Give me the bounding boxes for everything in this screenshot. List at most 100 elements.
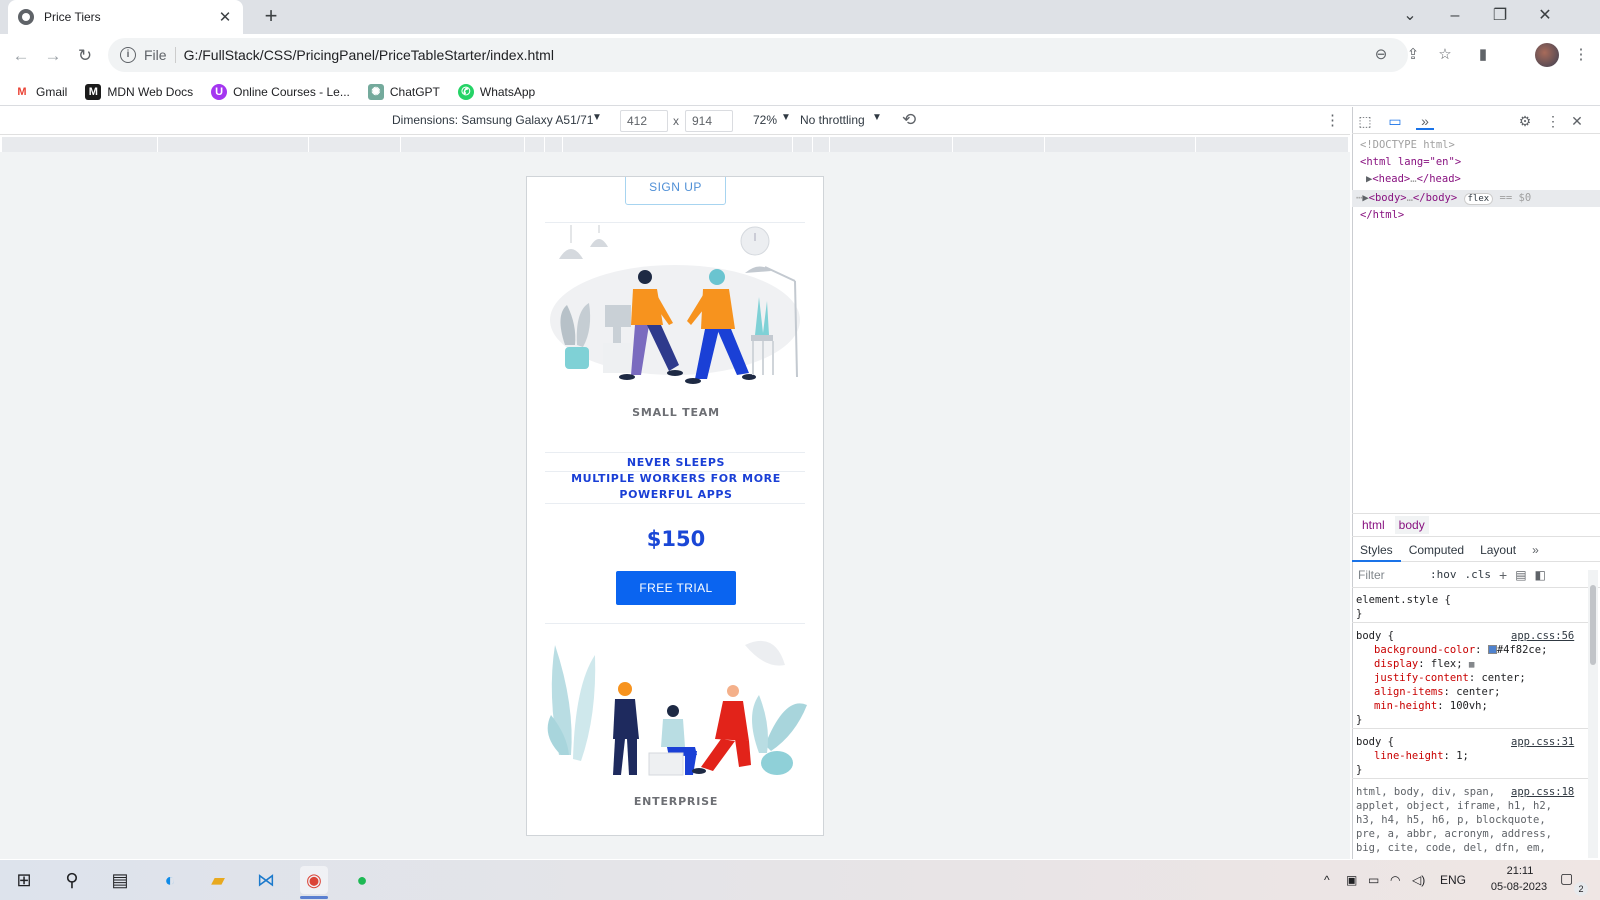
- battery-icon[interactable]: ▭: [1368, 873, 1379, 887]
- rule3-selector-line: applet, object, iframe, h1, h2,: [1356, 800, 1552, 812]
- rule1-source-link[interactable]: app.css:56: [1511, 629, 1574, 643]
- more-tabs-icon[interactable]: »: [1416, 112, 1434, 130]
- cls-toggle[interactable]: .cls: [1465, 568, 1492, 581]
- rule2-selector[interactable]: body {: [1356, 735, 1394, 749]
- bookmark-gmail[interactable]: M Gmail: [14, 83, 67, 100]
- spotify-icon[interactable]: ●: [348, 866, 376, 894]
- reload-icon[interactable]: ↻: [72, 44, 98, 68]
- rotate-icon[interactable]: ⟲: [902, 110, 916, 130]
- profile-avatar[interactable]: [1535, 43, 1559, 67]
- signup-button[interactable]: SIGN UP: [625, 177, 726, 205]
- close-tab-icon[interactable]: ✕: [217, 8, 233, 26]
- search-icon[interactable]: ⚲: [58, 866, 86, 894]
- device-toggle-icon[interactable]: ▭: [1386, 112, 1404, 130]
- css-value: #4f82ce;: [1496, 644, 1548, 656]
- close-window-icon[interactable]: ✕: [1525, 4, 1565, 28]
- url-text[interactable]: G:/FullStack/CSS/PricingPanel/PriceTable…: [184, 47, 554, 63]
- breadcrumb-html[interactable]: html: [1358, 516, 1389, 534]
- zoom-select[interactable]: 72%: [753, 113, 777, 127]
- enterprise-illustration: [547, 640, 807, 776]
- css-declaration[interactable]: min-height: 100vh;: [1374, 699, 1488, 713]
- paint-icon[interactable]: ▤: [1515, 568, 1526, 582]
- settings-gear-icon[interactable]: ⚙: [1516, 112, 1534, 130]
- price: $150: [646, 527, 706, 551]
- back-icon[interactable]: ←: [8, 44, 34, 68]
- tab-computed[interactable]: Computed: [1401, 538, 1472, 562]
- bookmark-chatgpt[interactable]: ✺ ChatGPT: [367, 83, 440, 100]
- new-tab-button[interactable]: +: [258, 4, 284, 30]
- device-width-input[interactable]: 412: [620, 110, 668, 132]
- rule-brace: }: [1356, 714, 1363, 726]
- vscode-icon[interactable]: ⋈: [252, 866, 280, 894]
- volume-icon[interactable]: ◁): [1412, 873, 1425, 887]
- clock-date[interactable]: 05-08-2023: [1484, 881, 1554, 893]
- free-trial-button[interactable]: FREE TRIAL: [616, 571, 736, 605]
- tray-overflow-icon[interactable]: ^: [1324, 873, 1330, 887]
- devtools-menu-icon[interactable]: ⋮: [1544, 112, 1562, 130]
- tab-layout[interactable]: Layout: [1472, 538, 1524, 562]
- sidebar-toggle-icon[interactable]: ◧: [1535, 568, 1546, 582]
- hov-toggle[interactable]: :hov: [1430, 568, 1457, 581]
- device-height-input[interactable]: 914: [685, 110, 733, 132]
- flex-badge[interactable]: flex: [1463, 193, 1494, 205]
- selected-node-marker: == $0: [1499, 192, 1532, 204]
- bookmark-whatsapp[interactable]: ✆ WhatsApp: [457, 83, 535, 100]
- css-declaration[interactable]: align-items: center;: [1374, 685, 1500, 699]
- dom-head-node[interactable]: ▶<head>…</head>: [1366, 171, 1461, 188]
- bookmark-udemy[interactable]: U Online Courses - Le...: [211, 83, 350, 100]
- devtools-close-icon[interactable]: ✕: [1568, 112, 1586, 130]
- device-dimensions-select[interactable]: Dimensions: Samsung Galaxy A51/71: [392, 113, 593, 127]
- notification-count: 2: [1574, 882, 1588, 896]
- bookmark-mdn[interactable]: M MDN Web Docs: [85, 83, 193, 100]
- divider: [545, 503, 805, 504]
- tab-search-icon[interactable]: ⌄: [1390, 4, 1430, 28]
- clock-time[interactable]: 21:11: [1490, 865, 1550, 877]
- dom-html-open[interactable]: <html lang="en">: [1360, 154, 1461, 171]
- new-rule-icon[interactable]: +: [1499, 567, 1507, 583]
- minimize-icon[interactable]: –: [1435, 4, 1475, 28]
- breadcrumb-body[interactable]: body: [1394, 516, 1429, 534]
- divider: [545, 222, 805, 223]
- meet-icon[interactable]: ▣: [1346, 873, 1357, 887]
- browser-tab[interactable]: Price Tiers ✕: [8, 0, 243, 34]
- side-panel-icon[interactable]: ▮: [1472, 44, 1494, 66]
- chrome-icon[interactable]: ◉: [300, 866, 328, 894]
- address-bar[interactable]: i File G:/FullStack/CSS/PricingPanel/Pri…: [108, 38, 1408, 72]
- inspect-element-icon[interactable]: ⬚: [1356, 112, 1374, 130]
- wifi-icon[interactable]: ◠: [1390, 873, 1400, 887]
- zoom-icon[interactable]: ⊖: [1370, 44, 1392, 66]
- ruler-divider: [562, 137, 563, 152]
- more-options-icon[interactable]: ⋮: [1325, 111, 1340, 129]
- ruler-divider: [829, 137, 830, 152]
- tab-styles[interactable]: Styles: [1352, 538, 1401, 562]
- css-declaration[interactable]: display: flex; ▦: [1374, 657, 1474, 672]
- share-icon[interactable]: ⇪: [1402, 44, 1424, 66]
- restore-icon[interactable]: ❐: [1480, 4, 1520, 28]
- menu-kebab-icon[interactable]: ⋮: [1570, 44, 1592, 66]
- styles-filter-input[interactable]: Filter: [1358, 568, 1422, 582]
- flex-editor-icon[interactable]: ▦: [1469, 660, 1474, 670]
- color-swatch[interactable]: [1487, 645, 1497, 654]
- scrollbar-thumb[interactable]: [1590, 585, 1596, 665]
- css-declaration[interactable]: background-color: #4f82ce;: [1374, 643, 1547, 657]
- throttling-select[interactable]: No throttling: [800, 113, 865, 127]
- dom-body-node[interactable]: ⋯▶<body>…</body> flex == $0: [1356, 190, 1531, 208]
- rule3-source-link[interactable]: app.css:18: [1511, 785, 1574, 799]
- css-declaration[interactable]: line-height: 1;: [1374, 749, 1469, 763]
- info-icon[interactable]: i: [120, 47, 136, 63]
- bookmark-star-icon[interactable]: ☆: [1434, 44, 1456, 66]
- css-declaration[interactable]: justify-content: center;: [1374, 671, 1526, 685]
- more-panes-icon[interactable]: »: [1524, 538, 1547, 562]
- task-view-icon[interactable]: ▤: [106, 866, 134, 894]
- windows-start-icon[interactable]: ⊞: [10, 866, 38, 894]
- language-indicator[interactable]: ENG: [1440, 873, 1466, 887]
- dom-html-close[interactable]: </html>: [1360, 207, 1404, 224]
- element-style-selector[interactable]: element.style {: [1356, 593, 1451, 607]
- media-query-ruler[interactable]: [2, 137, 1348, 152]
- file-explorer-icon[interactable]: ▰: [204, 866, 232, 894]
- forward-icon[interactable]: →: [40, 44, 66, 68]
- rule1-selector[interactable]: body {: [1356, 629, 1394, 643]
- rule3-selector-line[interactable]: html, body, div, span,: [1356, 785, 1495, 799]
- edge-icon[interactable]: ◐: [156, 866, 184, 894]
- rule2-source-link[interactable]: app.css:31: [1511, 735, 1574, 749]
